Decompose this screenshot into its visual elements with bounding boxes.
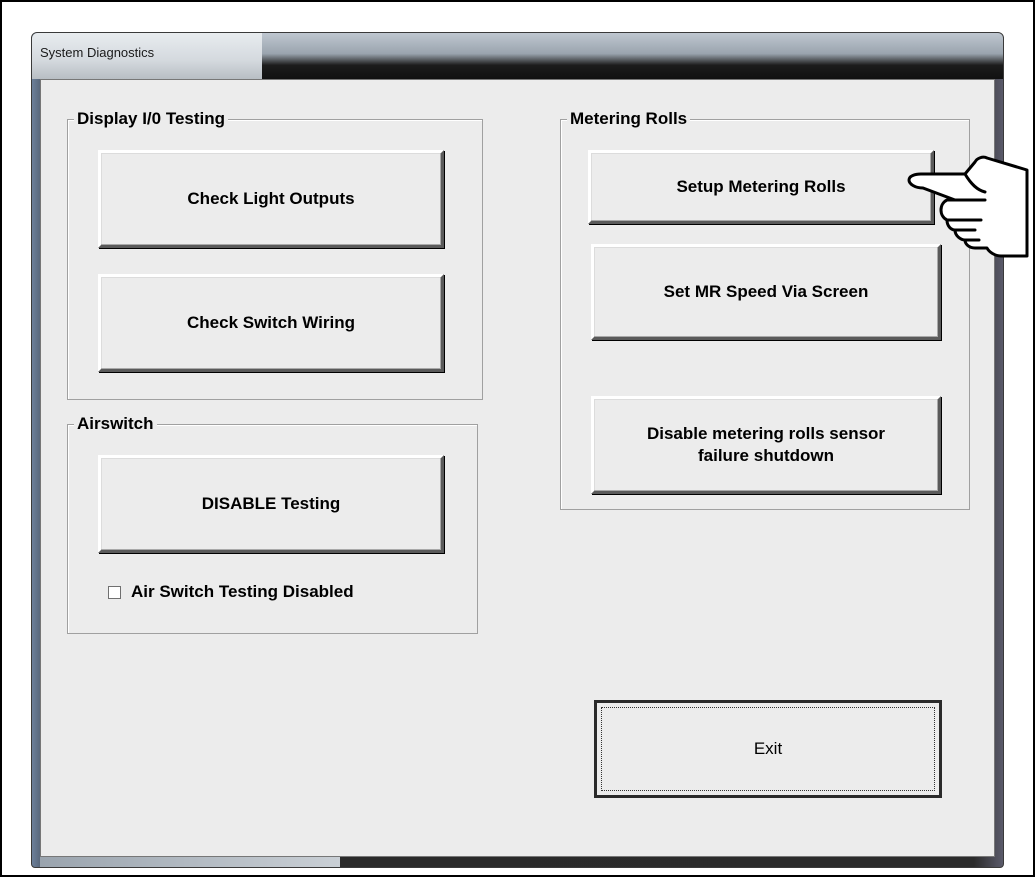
client-area: Display I/0 Testing Check Light Outputs …	[40, 79, 995, 857]
set-mr-speed-label: Set MR Speed Via Screen	[663, 282, 869, 301]
display-io-group-label: Display I/0 Testing	[74, 110, 229, 128]
setup-metering-rolls-button[interactable]: Setup Metering Rolls	[588, 150, 934, 224]
pointing-hand-icon	[907, 155, 1029, 258]
page-frame: System Diagnostics Display I/0 Testing C…	[0, 0, 1035, 877]
window-title: System Diagnostics	[40, 45, 155, 60]
check-switch-wiring-button[interactable]: Check Switch Wiring	[98, 274, 444, 372]
airswitch-group-label: Airswitch	[74, 415, 157, 433]
disable-sensor-shutdown-line1: Disable metering rolls sensor	[646, 424, 886, 443]
check-light-outputs-label: Check Light Outputs	[187, 189, 355, 208]
exit-button[interactable]: Exit	[594, 700, 942, 798]
title-bar[interactable]: System Diagnostics	[32, 33, 1003, 79]
exit-label: Exit	[753, 739, 783, 758]
airswitch-group: Airswitch DISABLE Testing Air Switch Tes…	[67, 415, 478, 634]
set-mr-speed-button[interactable]: Set MR Speed Via Screen	[591, 244, 941, 340]
air-switch-disabled-label[interactable]: Air Switch Testing Disabled	[131, 582, 354, 602]
status-bar	[40, 857, 340, 867]
disable-sensor-shutdown-line2: failure shutdown	[698, 446, 834, 465]
metering-rolls-group-label: Metering Rolls	[567, 110, 691, 128]
disable-testing-label: DISABLE Testing	[201, 494, 341, 513]
check-switch-wiring-label: Check Switch Wiring	[187, 313, 355, 332]
display-io-group: Display I/0 Testing Check Light Outputs …	[67, 110, 483, 400]
air-switch-disabled-row: Air Switch Testing Disabled	[108, 582, 354, 602]
setup-metering-rolls-label: Setup Metering Rolls	[676, 177, 846, 196]
check-light-outputs-button[interactable]: Check Light Outputs	[98, 150, 444, 248]
disable-testing-button[interactable]: DISABLE Testing	[98, 455, 444, 553]
diagnostics-window: System Diagnostics Display I/0 Testing C…	[31, 32, 1004, 868]
disable-sensor-shutdown-button[interactable]: Disable metering rolls sensor failure sh…	[591, 396, 941, 494]
air-switch-disabled-checkbox[interactable]	[108, 585, 121, 599]
